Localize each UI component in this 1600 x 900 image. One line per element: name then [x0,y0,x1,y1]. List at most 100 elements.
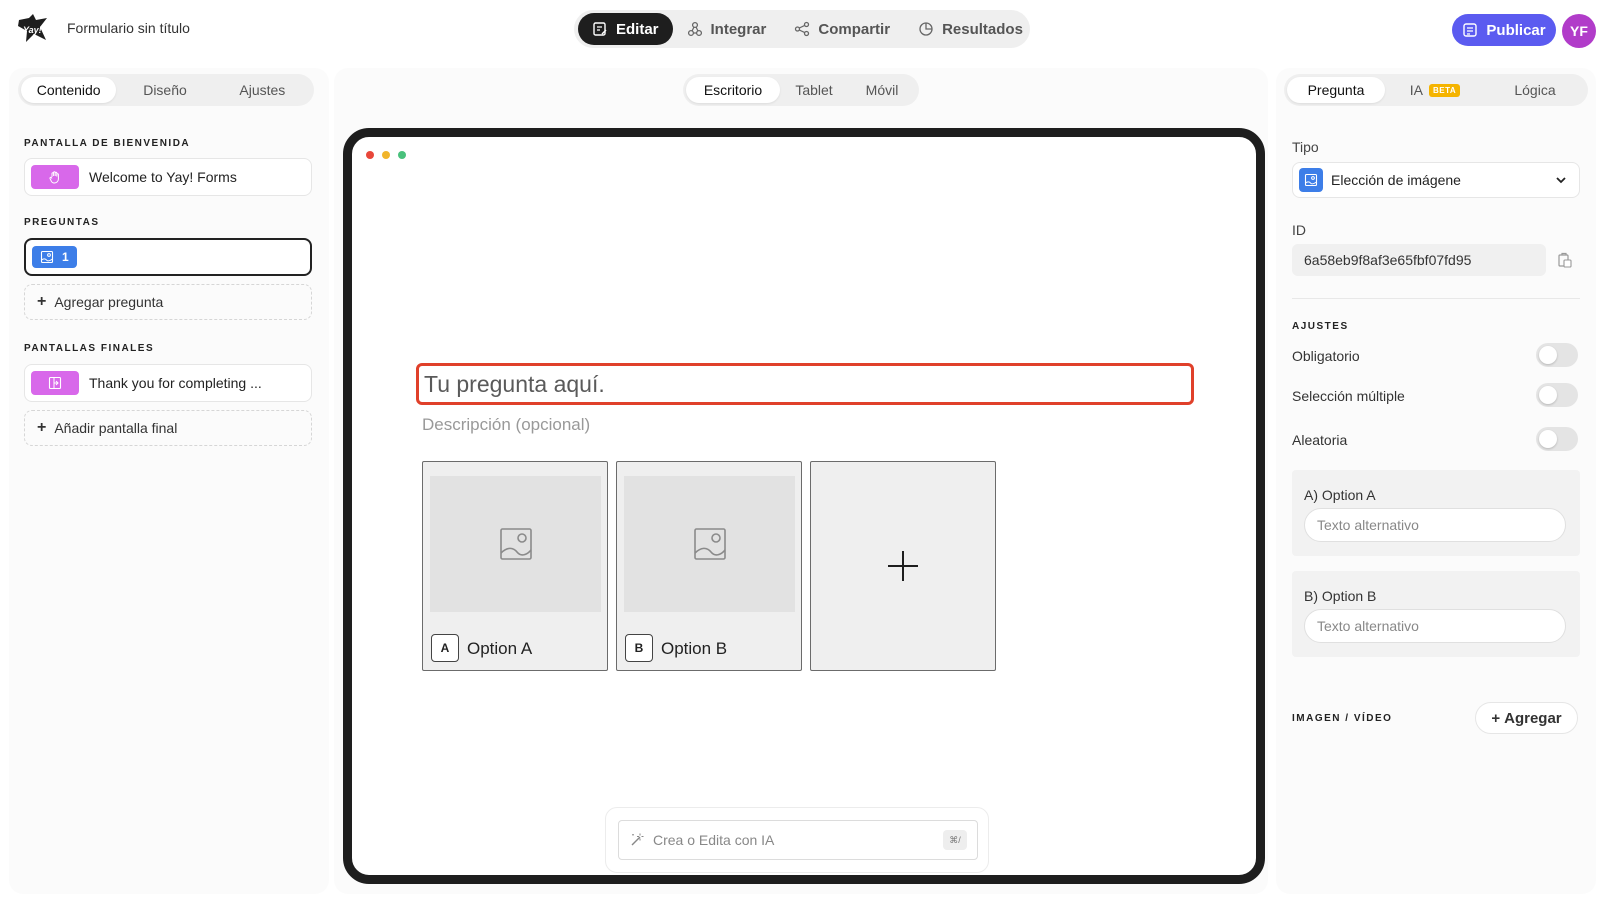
right-tabs: Pregunta IA BETA Lógica [1284,74,1588,106]
type-label: Tipo [1292,139,1319,155]
ai-input[interactable]: Crea o Edita con IA ⌘/ [618,820,978,860]
magic-wand-icon [631,833,644,846]
media-section-title: IMAGEN / VÍDEO [1292,713,1393,724]
tab-ai[interactable]: IA BETA [1385,77,1485,103]
beta-badge: BETA [1429,83,1461,97]
divider [1292,298,1580,299]
nav-integrate[interactable]: Integrar [673,13,781,45]
nav-edit[interactable]: Editar [578,13,673,45]
option-label[interactable]: Option A [467,639,532,659]
ending-item-label: Thank you for completing ... [89,375,262,391]
nav-edit-label: Editar [616,20,659,38]
option-alt-box-b: B) Option B Texto alternativo [1292,571,1580,657]
question-type-select[interactable]: Elección de imágene [1292,162,1580,198]
ai-shortcut-badge: ⌘/ [943,830,967,850]
required-label: Obligatorio [1292,348,1360,364]
endings-section-title: PANTALLAS FINALES [24,343,155,354]
type-icon-chip [1299,168,1323,192]
red-dot [366,151,374,159]
device-tabs: Escritorio Tablet Móvil [683,74,919,106]
required-toggle[interactable] [1536,343,1578,367]
image-choice-icon [40,250,54,264]
svg-text:Yay!: Yay! [23,25,42,35]
alt-text-input[interactable]: Texto alternativo [1304,508,1566,542]
share-icon [795,21,810,37]
option-alt-label: A) Option A [1304,487,1376,503]
tab-design[interactable]: Diseño [116,77,213,103]
add-ending-button[interactable]: + Añadir pantalla final [24,410,312,446]
option-key: B [625,634,653,662]
question-input[interactable]: Tu pregunta aquí. [416,363,1194,405]
option-image-placeholder[interactable] [430,476,601,612]
question-item[interactable]: 1 [24,238,312,276]
yay-logo[interactable]: Yay! [16,12,50,46]
toggle-knob [1539,386,1557,404]
device-desktop[interactable]: Escritorio [686,77,780,103]
welcome-screen-item[interactable]: Welcome to Yay! Forms [24,158,312,196]
random-label: Aleatoria [1292,432,1348,448]
image-placeholder-icon [693,528,726,560]
nav-share-label: Compartir [818,20,891,38]
exit-icon [48,376,62,390]
ai-bar: Crea o Edita con IA ⌘/ [605,807,989,873]
option-alt-box-a: A) Option A Texto alternativo [1292,470,1580,556]
image-placeholder-icon [499,528,532,560]
form-title[interactable]: Formulario sin título [67,20,190,36]
questions-section-title: PREGUNTAS [24,217,100,228]
multiple-selection-label: Selección múltiple [1292,388,1405,404]
tab-ai-label: IA [1409,82,1424,98]
add-media-label: Agregar [1504,709,1562,727]
question-id-field[interactable]: 6a58eb9f8af3e65fbf07fd95 [1292,244,1546,276]
nav-integrate-label: Integrar [710,20,767,38]
copy-icon[interactable] [1556,252,1572,268]
user-avatar[interactable]: YF [1562,14,1596,48]
edit-icon [593,22,607,36]
option-image-placeholder[interactable] [624,476,795,612]
description-input[interactable]: Descripción (opcional) [422,415,590,435]
chevron-down-icon [1556,177,1566,184]
add-media-button[interactable]: + Agregar [1475,702,1578,734]
tab-content[interactable]: Contenido [21,77,117,103]
toggle-knob [1539,430,1557,448]
question-number: 1 [62,250,69,264]
yellow-dot [382,151,390,159]
tab-logic[interactable]: Lógica [1485,77,1585,103]
plus-icon [888,551,918,581]
publish-button[interactable]: Publicar [1452,14,1556,46]
welcome-section-title: PANTALLA DE BIENVENIDA [24,138,191,149]
type-value: Elección de imágene [1331,172,1461,188]
device-preview: Tu pregunta aquí. Descripción (opcional)… [343,128,1265,884]
alt-text-input[interactable]: Texto alternativo [1304,609,1566,643]
question-chip: 1 [32,246,77,268]
tab-question[interactable]: Pregunta [1287,77,1385,103]
id-label: ID [1292,222,1306,238]
plus-icon: + [37,419,47,436]
random-toggle[interactable] [1536,427,1578,451]
tab-settings[interactable]: Ajustes [214,77,311,103]
welcome-item-label: Welcome to Yay! Forms [89,169,237,185]
welcome-chip [31,165,79,189]
green-dot [398,151,406,159]
multiple-selection-toggle[interactable] [1536,383,1578,407]
add-option-card[interactable] [810,461,996,671]
option-label[interactable]: Option B [661,639,727,659]
add-ending-label: Añadir pantalla final [54,420,178,436]
add-question-button[interactable]: + Agregar pregunta [24,284,312,320]
publish-label: Publicar [1486,21,1546,39]
device-tablet[interactable]: Tablet [780,77,848,103]
device-mobile[interactable]: Móvil [848,77,916,103]
option-card-b[interactable]: B Option B [616,461,802,671]
top-bar: Yay! Formulario sin título Editar Integr… [0,0,1600,60]
window-dots [366,151,406,159]
left-tabs: Contenido Diseño Ajustes [18,74,314,106]
settings-section-title: AJUSTES [1292,321,1349,332]
integrate-icon [687,21,702,37]
option-alt-label: B) Option B [1304,588,1377,604]
option-card-a[interactable]: A Option A [422,461,608,671]
option-key: A [431,634,459,662]
ending-chip [31,371,79,395]
ending-screen-item[interactable]: Thank you for completing ... [24,364,312,402]
nav-share[interactable]: Compartir [780,13,904,45]
toggle-knob [1539,346,1557,364]
nav-results[interactable]: Resultados [904,13,1037,45]
